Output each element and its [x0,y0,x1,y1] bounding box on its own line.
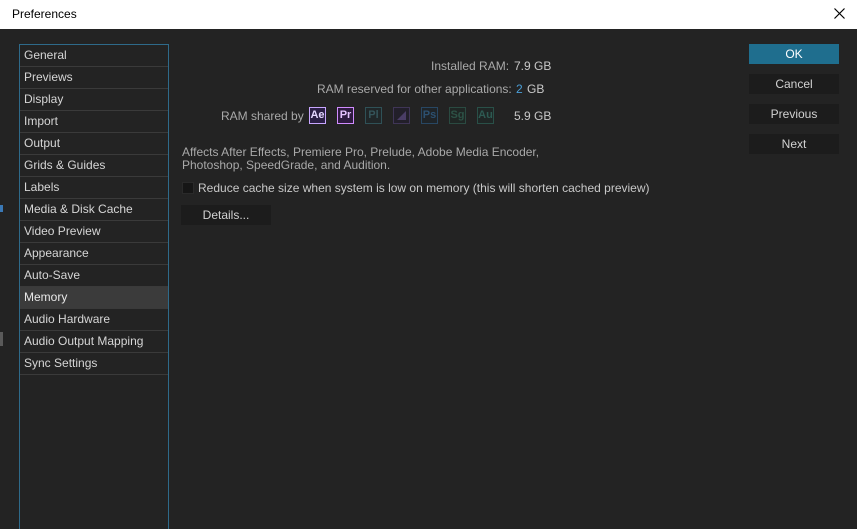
sidebar-item-auto-save[interactable]: Auto-Save [20,265,168,287]
memory-description: Affects After Effects, Premiere Pro, Pre… [182,145,540,172]
title-bar: Preferences [0,0,857,29]
premiere-pro-icon: Pr [337,107,354,124]
after-effects-icon: Ae [309,107,326,124]
sidebar-item-memory[interactable]: Memory [20,287,168,309]
sidebar-item-media-disk-cache[interactable]: Media & Disk Cache [20,199,168,221]
background-window-edge [0,205,3,212]
sidebar-item-import[interactable]: Import [20,111,168,133]
speedgrade-icon: Sg [449,107,466,124]
sidebar-item-grids-guides[interactable]: Grids & Guides [20,155,168,177]
background-window-edge [0,332,3,346]
sidebar-item-labels[interactable]: Labels [20,177,168,199]
next-button[interactable]: Next [749,134,839,154]
sidebar-item-display[interactable]: Display [20,89,168,111]
installed-ram-value: 7.9 GB [514,59,552,73]
prelude-icon: Pl [365,107,382,124]
reduce-cache-checkbox[interactable] [182,182,194,194]
previous-button[interactable]: Previous [749,104,839,124]
ram-shared-value: 5.9 GB [514,109,552,123]
window-title: Preferences [12,7,77,21]
close-icon [834,8,845,19]
sidebar-item-previews[interactable]: Previews [20,67,168,89]
reserved-ram-unit: GB [527,82,545,96]
reduce-cache-label[interactable]: Reduce cache size when system is low on … [198,181,650,195]
audition-icon: Au [477,107,494,124]
sidebar-item-appearance[interactable]: Appearance [20,243,168,265]
installed-ram-label: Installed RAM: [431,59,510,73]
sidebar-item-general[interactable]: General [20,45,168,67]
ok-button[interactable]: OK [749,44,839,64]
media-encoder-icon [393,107,410,124]
cancel-button[interactable]: Cancel [749,74,839,94]
reserved-ram-label: RAM reserved for other applications: [317,82,512,96]
preferences-category-list: General Previews Display Import Output G… [19,44,169,529]
sidebar-item-audio-output-mapping[interactable]: Audio Output Mapping [20,331,168,353]
media-encoder-glyph-icon [397,111,406,120]
details-button[interactable]: Details... [181,205,271,225]
sidebar-item-video-preview[interactable]: Video Preview [20,221,168,243]
sidebar-item-audio-hardware[interactable]: Audio Hardware [20,309,168,331]
sidebar-item-output[interactable]: Output [20,133,168,155]
ram-shared-label: RAM shared by [221,109,304,123]
reserved-ram-value[interactable]: 2 [516,82,523,96]
close-button[interactable] [821,0,857,29]
sidebar-item-sync-settings[interactable]: Sync Settings [20,353,168,375]
photoshop-icon: Ps [421,107,438,124]
